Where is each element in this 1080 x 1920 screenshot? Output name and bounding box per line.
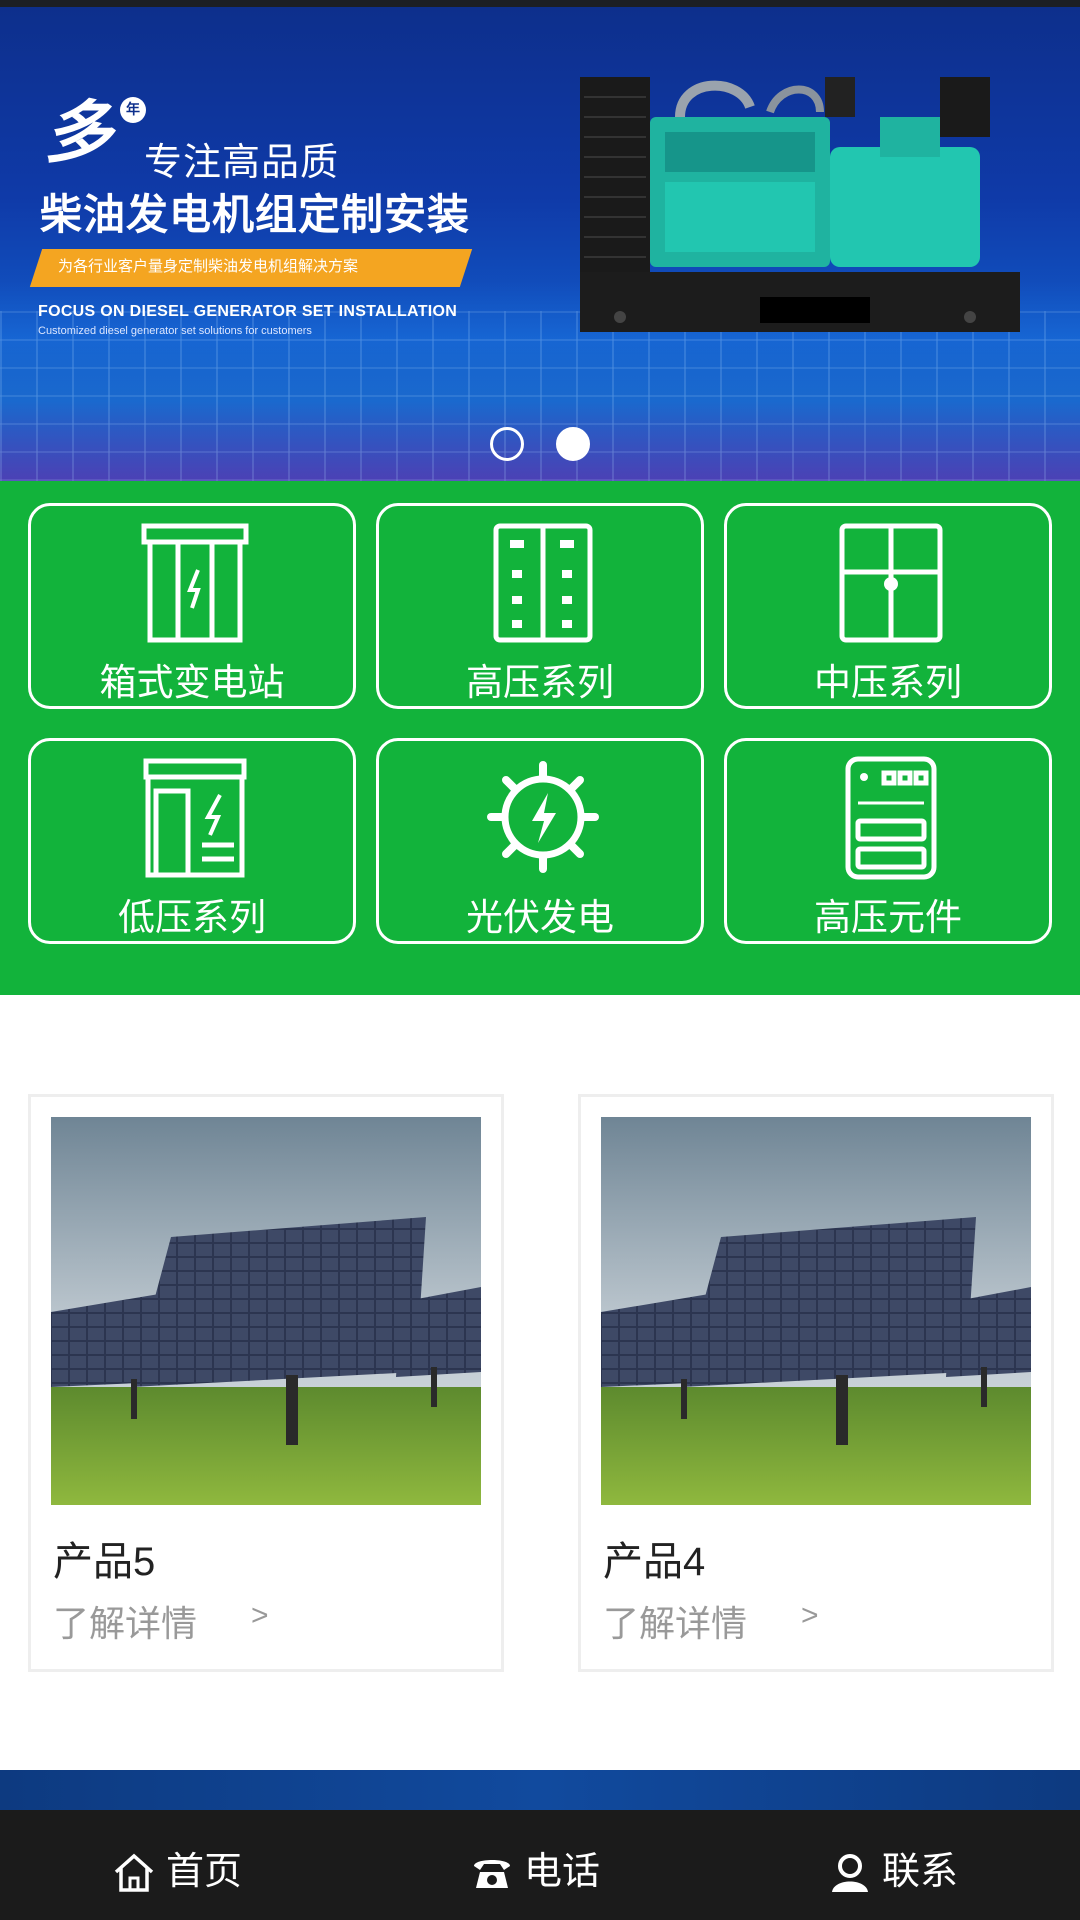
category-label: 中压系列 — [814, 662, 962, 703]
low-voltage-cabinet-icon — [143, 758, 247, 878]
category-label: 低压系列 — [118, 897, 266, 938]
category-label: 高压元件 — [814, 897, 962, 938]
logo-mark: 多 — [44, 93, 113, 173]
tab-contact[interactable]: 联系 — [720, 1810, 1080, 1920]
status-strip — [0, 0, 1080, 7]
carousel-dot-1[interactable] — [490, 427, 524, 461]
category-solar-power[interactable]: 光伏发电 — [376, 738, 704, 944]
medium-voltage-cabinet-icon — [839, 523, 943, 643]
tab-phone-label: 电话 — [524, 1851, 601, 1893]
solar-panels-photo — [51, 1117, 481, 1505]
high-voltage-cabinet-icon — [493, 523, 593, 643]
tab-home[interactable]: 首页 — [0, 1810, 360, 1920]
product-card[interactable]: 产品5 了解详情 > — [28, 1094, 504, 1672]
category-label: 高压系列 — [466, 662, 614, 703]
category-high-voltage[interactable]: 高压系列 — [376, 503, 704, 709]
chevron-right-icon: > — [251, 1599, 269, 1632]
category-high-voltage-component[interactable]: 高压元件 — [724, 738, 1052, 944]
banner-english-title: FOCUS ON DIESEL GENERATOR SET INSTALLATI… — [38, 303, 458, 320]
tab-contact-label: 联系 — [882, 1851, 959, 1893]
banner-english-subtitle: Customized diesel generator set solution… — [38, 325, 312, 337]
footer-band — [0, 1770, 1080, 1810]
tab-home-label: 首页 — [166, 1851, 243, 1893]
category-medium-voltage[interactable]: 中压系列 — [724, 503, 1052, 709]
high-voltage-component-icon — [845, 756, 937, 880]
contact-icon — [832, 1854, 868, 1892]
hero-banner[interactable]: 多 年 专注高品质 柴油发电机组定制安装 为各行业客户量身定制柴油发电机组解决方… — [0, 7, 1080, 481]
page: 多 年 专注高品质 柴油发电机组定制安装 为各行业客户量身定制柴油发电机组解决方… — [0, 0, 1080, 1920]
home-icon — [114, 1853, 154, 1892]
brand-logo: 多 年 — [44, 93, 146, 173]
product-name: 产品5 — [53, 1540, 156, 1584]
carousel-dot-2-active[interactable] — [556, 427, 590, 461]
phone-icon — [474, 1860, 510, 1888]
diesel-generator-illustration — [580, 77, 1020, 332]
logo-badge: 年 — [120, 97, 146, 123]
banner-slogan-line1: 专注高品质 — [144, 142, 340, 184]
tab-phone[interactable]: 电话 — [360, 1810, 720, 1920]
product-card[interactable]: 产品4 了解详情 > — [578, 1094, 1054, 1672]
bottom-tab-bar: 首页 电话 联系 — [0, 1810, 1080, 1920]
category-low-voltage[interactable]: 低压系列 — [28, 738, 356, 944]
category-label: 光伏发电 — [466, 897, 614, 938]
box-substation-icon — [141, 523, 249, 643]
product-more-link[interactable]: 了解详情 — [53, 1595, 197, 1647]
category-grid: 箱式变电站 高压系列 中压系列 低压系列 光伏发电 高压元件 — [0, 481, 1080, 995]
category-box-substation[interactable]: 箱式变电站 — [28, 503, 356, 709]
banner-slogan-line2: 柴油发电机组定制安装 — [40, 191, 471, 238]
category-label: 箱式变电站 — [99, 662, 285, 703]
chevron-right-icon: > — [801, 1599, 819, 1632]
solar-panels-photo — [601, 1117, 1031, 1505]
banner-ribbon-text: 为各行业客户量身定制柴油发电机组解决方案 — [58, 258, 359, 275]
product-name: 产品4 — [603, 1540, 706, 1584]
carousel-indicators — [0, 427, 1080, 463]
solar-gear-icon — [487, 761, 599, 873]
product-more-link[interactable]: 了解详情 — [603, 1595, 747, 1647]
